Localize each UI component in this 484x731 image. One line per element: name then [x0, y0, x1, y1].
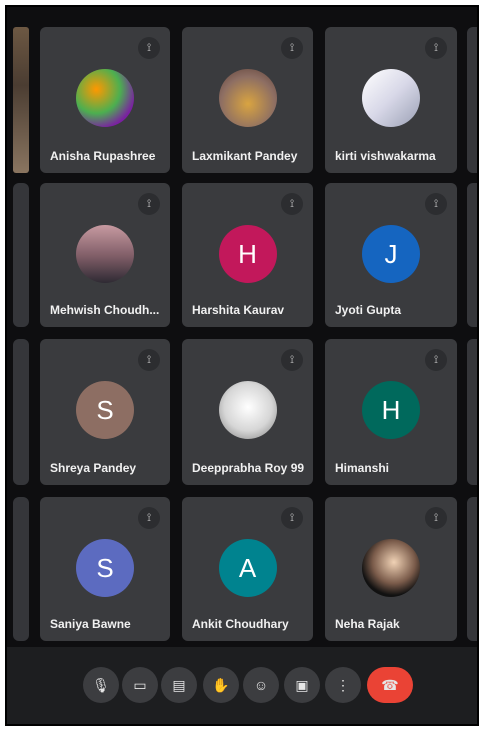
participant-name: Laxmikant Pandey — [192, 149, 298, 163]
captions-button[interactable]: ▤ — [161, 667, 197, 703]
participant-name: Himanshi — [335, 461, 390, 475]
participant-tile[interactable]: ⟟ S Shreya Pandey — [40, 339, 170, 485]
participant-name: kirti vishwakarma — [335, 149, 436, 163]
mic-off-icon: ⟟ — [138, 193, 160, 215]
call-controls-toolbar: 🎙 ▭ ▤ ✋ ☺ ▣ ⋮ ☎ — [7, 647, 477, 724]
mic-off-icon: ⟟ — [138, 507, 160, 529]
emoji-icon: ☺ — [253, 677, 269, 693]
participant-tile[interactable]: ⟟ Neha Rajak — [325, 497, 457, 641]
avatar: A — [218, 539, 277, 597]
avatar: H — [362, 381, 420, 439]
more-vertical-icon: ⋮ — [336, 677, 350, 693]
mic-off-icon: ⟟ — [425, 507, 447, 529]
avatar — [362, 539, 420, 597]
partial-tile[interactable] — [467, 497, 477, 641]
participant-tile[interactable]: ⟟ A Ankit Choudhary — [182, 497, 313, 641]
partial-tile[interactable] — [13, 183, 29, 327]
avatar — [218, 381, 277, 439]
participant-name: Anisha Rupashree — [50, 149, 156, 163]
mic-off-icon: ⟟ — [425, 193, 447, 215]
reactions-button[interactable]: ☺ — [243, 667, 279, 703]
participant-tile[interactable]: ⟟ S Saniya Bawne — [40, 497, 170, 641]
participant-tile[interactable]: ⟟ H Himanshi — [325, 339, 457, 485]
participant-tile[interactable]: ⟟ Deepprabha Roy 99 — [182, 339, 313, 485]
participant-tile[interactable]: ⟟ Mehwish Choudh... — [40, 183, 170, 327]
participant-tile[interactable]: ⟟ H Harshita Kaurav — [182, 183, 313, 327]
participant-grid: ⟟ Anisha Rupashree ⟟ Laxmikant Pandey ⟟ … — [7, 7, 477, 647]
mic-off-icon: ⟟ — [425, 349, 447, 371]
partial-tile[interactable] — [467, 339, 477, 485]
partial-tile[interactable] — [467, 183, 477, 327]
partial-video-tile[interactable] — [13, 27, 29, 173]
partial-tile[interactable] — [467, 27, 477, 173]
participant-name: Ankit Choudhary — [192, 617, 289, 631]
avatar — [76, 69, 134, 127]
participant-name: Saniya Bawne — [50, 617, 131, 631]
mic-off-icon: ⟟ — [138, 37, 160, 59]
hang-up-icon: ☎ — [381, 677, 399, 693]
mic-off-icon: ⟟ — [138, 349, 160, 371]
avatar: S — [76, 539, 134, 597]
mic-off-icon: ⟟ — [281, 349, 303, 371]
avatar — [362, 69, 420, 127]
camera-icon: ▭ — [133, 677, 147, 693]
avatar: S — [76, 381, 134, 439]
partial-tile[interactable] — [13, 497, 29, 641]
more-options-button[interactable]: ⋮ — [325, 667, 361, 703]
participant-tile[interactable]: ⟟ Anisha Rupashree — [40, 27, 170, 173]
hand-icon: ✋ — [212, 677, 230, 693]
participant-name: Deepprabha Roy 99 — [192, 461, 305, 475]
present-icon: ▣ — [295, 677, 309, 693]
partial-tile[interactable] — [13, 339, 29, 485]
participant-name: Shreya Pandey — [50, 461, 137, 475]
participant-tile[interactable]: ⟟ Laxmikant Pandey — [182, 27, 313, 173]
captions-icon: ▤ — [172, 677, 186, 693]
mic-icon: 🎙 — [92, 677, 110, 693]
avatar: H — [218, 225, 277, 283]
raise-hand-button[interactable]: ✋ — [203, 667, 239, 703]
present-button[interactable]: ▣ — [284, 667, 320, 703]
mic-off-icon: ⟟ — [281, 193, 303, 215]
mic-button[interactable]: 🎙 — [83, 667, 119, 703]
mic-off-icon: ⟟ — [425, 37, 447, 59]
camera-button[interactable]: ▭ — [122, 667, 158, 703]
participant-tile[interactable]: ⟟ kirti vishwakarma — [325, 27, 457, 173]
leave-call-button[interactable]: ☎ — [367, 667, 413, 703]
mic-off-icon: ⟟ — [281, 37, 303, 59]
meeting-window: ⟟ Anisha Rupashree ⟟ Laxmikant Pandey ⟟ … — [5, 5, 479, 726]
avatar — [76, 225, 134, 283]
participant-name: Jyoti Gupta — [335, 303, 402, 317]
mic-off-icon: ⟟ — [281, 507, 303, 529]
avatar: J — [362, 225, 420, 283]
participant-name: Harshita Kaurav — [192, 303, 285, 317]
participant-name: Neha Rajak — [335, 617, 400, 631]
participant-name: Mehwish Choudh... — [50, 303, 160, 317]
participant-tile[interactable]: ⟟ J Jyoti Gupta — [325, 183, 457, 327]
avatar — [218, 69, 277, 127]
